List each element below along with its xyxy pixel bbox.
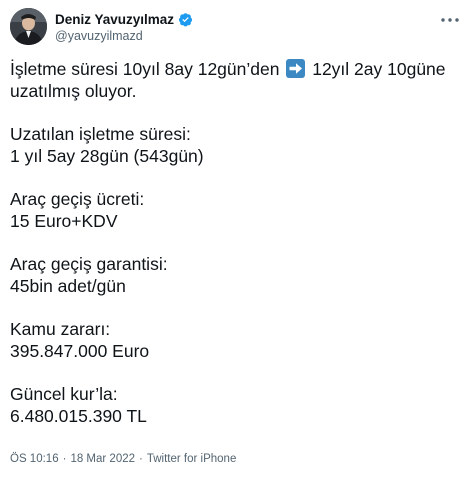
tweet-metadata: ÖS 10:16 · 18 Mar 2022 · Twitter for iPh… bbox=[10, 453, 236, 465]
section-current-rate: Güncel kur’la: 6.480.015.390 TL bbox=[10, 383, 465, 427]
tweet-time[interactable]: ÖS 10:16 bbox=[10, 453, 59, 465]
user-handle[interactable]: @yavuzyilmazd bbox=[55, 29, 143, 43]
section-traffic-guarantee: Araç geçiş garantisi: 45bin adet/gün bbox=[10, 253, 465, 297]
section-public-loss: Kamu zararı: 395.847.000 Euro bbox=[10, 318, 465, 362]
verified-badge-icon bbox=[178, 12, 193, 27]
tweet-text: İşletme süresi 10yıl 8ay 12gün’den 12yıl… bbox=[10, 58, 465, 448]
tweet-date[interactable]: 18 Mar 2022 bbox=[70, 453, 135, 465]
section-value: 395.847.000 Euro bbox=[10, 341, 150, 361]
meta-separator: · bbox=[139, 453, 143, 465]
section-value: 6.480.015.390 TL bbox=[10, 406, 147, 426]
intro-line-2: uzatılmış oluyor. bbox=[10, 81, 137, 101]
section-label: Güncel kur’la: bbox=[10, 384, 118, 404]
section-label: Kamu zararı: bbox=[10, 319, 111, 339]
profile-photo bbox=[10, 8, 47, 45]
section-value: 15 Euro+KDV bbox=[10, 211, 118, 231]
intro-line-1: İşletme süresi 10yıl 8ay 12gün’den 12yıl… bbox=[10, 58, 465, 80]
section-label: Araç geçiş garantisi: bbox=[10, 254, 168, 274]
meta-separator: · bbox=[62, 453, 67, 465]
display-name[interactable]: Deniz Yavuzyılmaz bbox=[55, 12, 174, 27]
name-row: Deniz Yavuzyılmaz bbox=[55, 10, 193, 28]
intro-text-after: 12yıl 2ay 10güne bbox=[312, 59, 446, 79]
intro-paragraph: İşletme süresi 10yıl 8ay 12gün’den 12yıl… bbox=[10, 58, 465, 102]
section-duration: Uzatılan işletme süresi: 1 yıl 5ay 28gün… bbox=[10, 123, 465, 167]
section-toll-fee: Araç geçiş ücreti: 15 Euro+KDV bbox=[10, 188, 465, 232]
avatar[interactable] bbox=[10, 8, 47, 45]
tweet-source[interactable]: Twitter for iPhone bbox=[147, 453, 236, 465]
right-arrow-emoji-icon bbox=[286, 59, 306, 78]
section-value: 1 yıl 5ay 28gün (543gün) bbox=[10, 146, 204, 166]
tweet-header: Deniz Yavuzyılmaz @yavuzyilmazd bbox=[10, 8, 464, 48]
section-label: Uzatılan işletme süresi: bbox=[10, 124, 191, 144]
section-value: 45bin adet/gün bbox=[10, 276, 126, 296]
more-options-icon[interactable] bbox=[438, 10, 462, 30]
section-label: Araç geçiş ücreti: bbox=[10, 189, 145, 209]
intro-text-before: İşletme süresi 10yıl 8ay 12gün’den bbox=[10, 59, 280, 79]
